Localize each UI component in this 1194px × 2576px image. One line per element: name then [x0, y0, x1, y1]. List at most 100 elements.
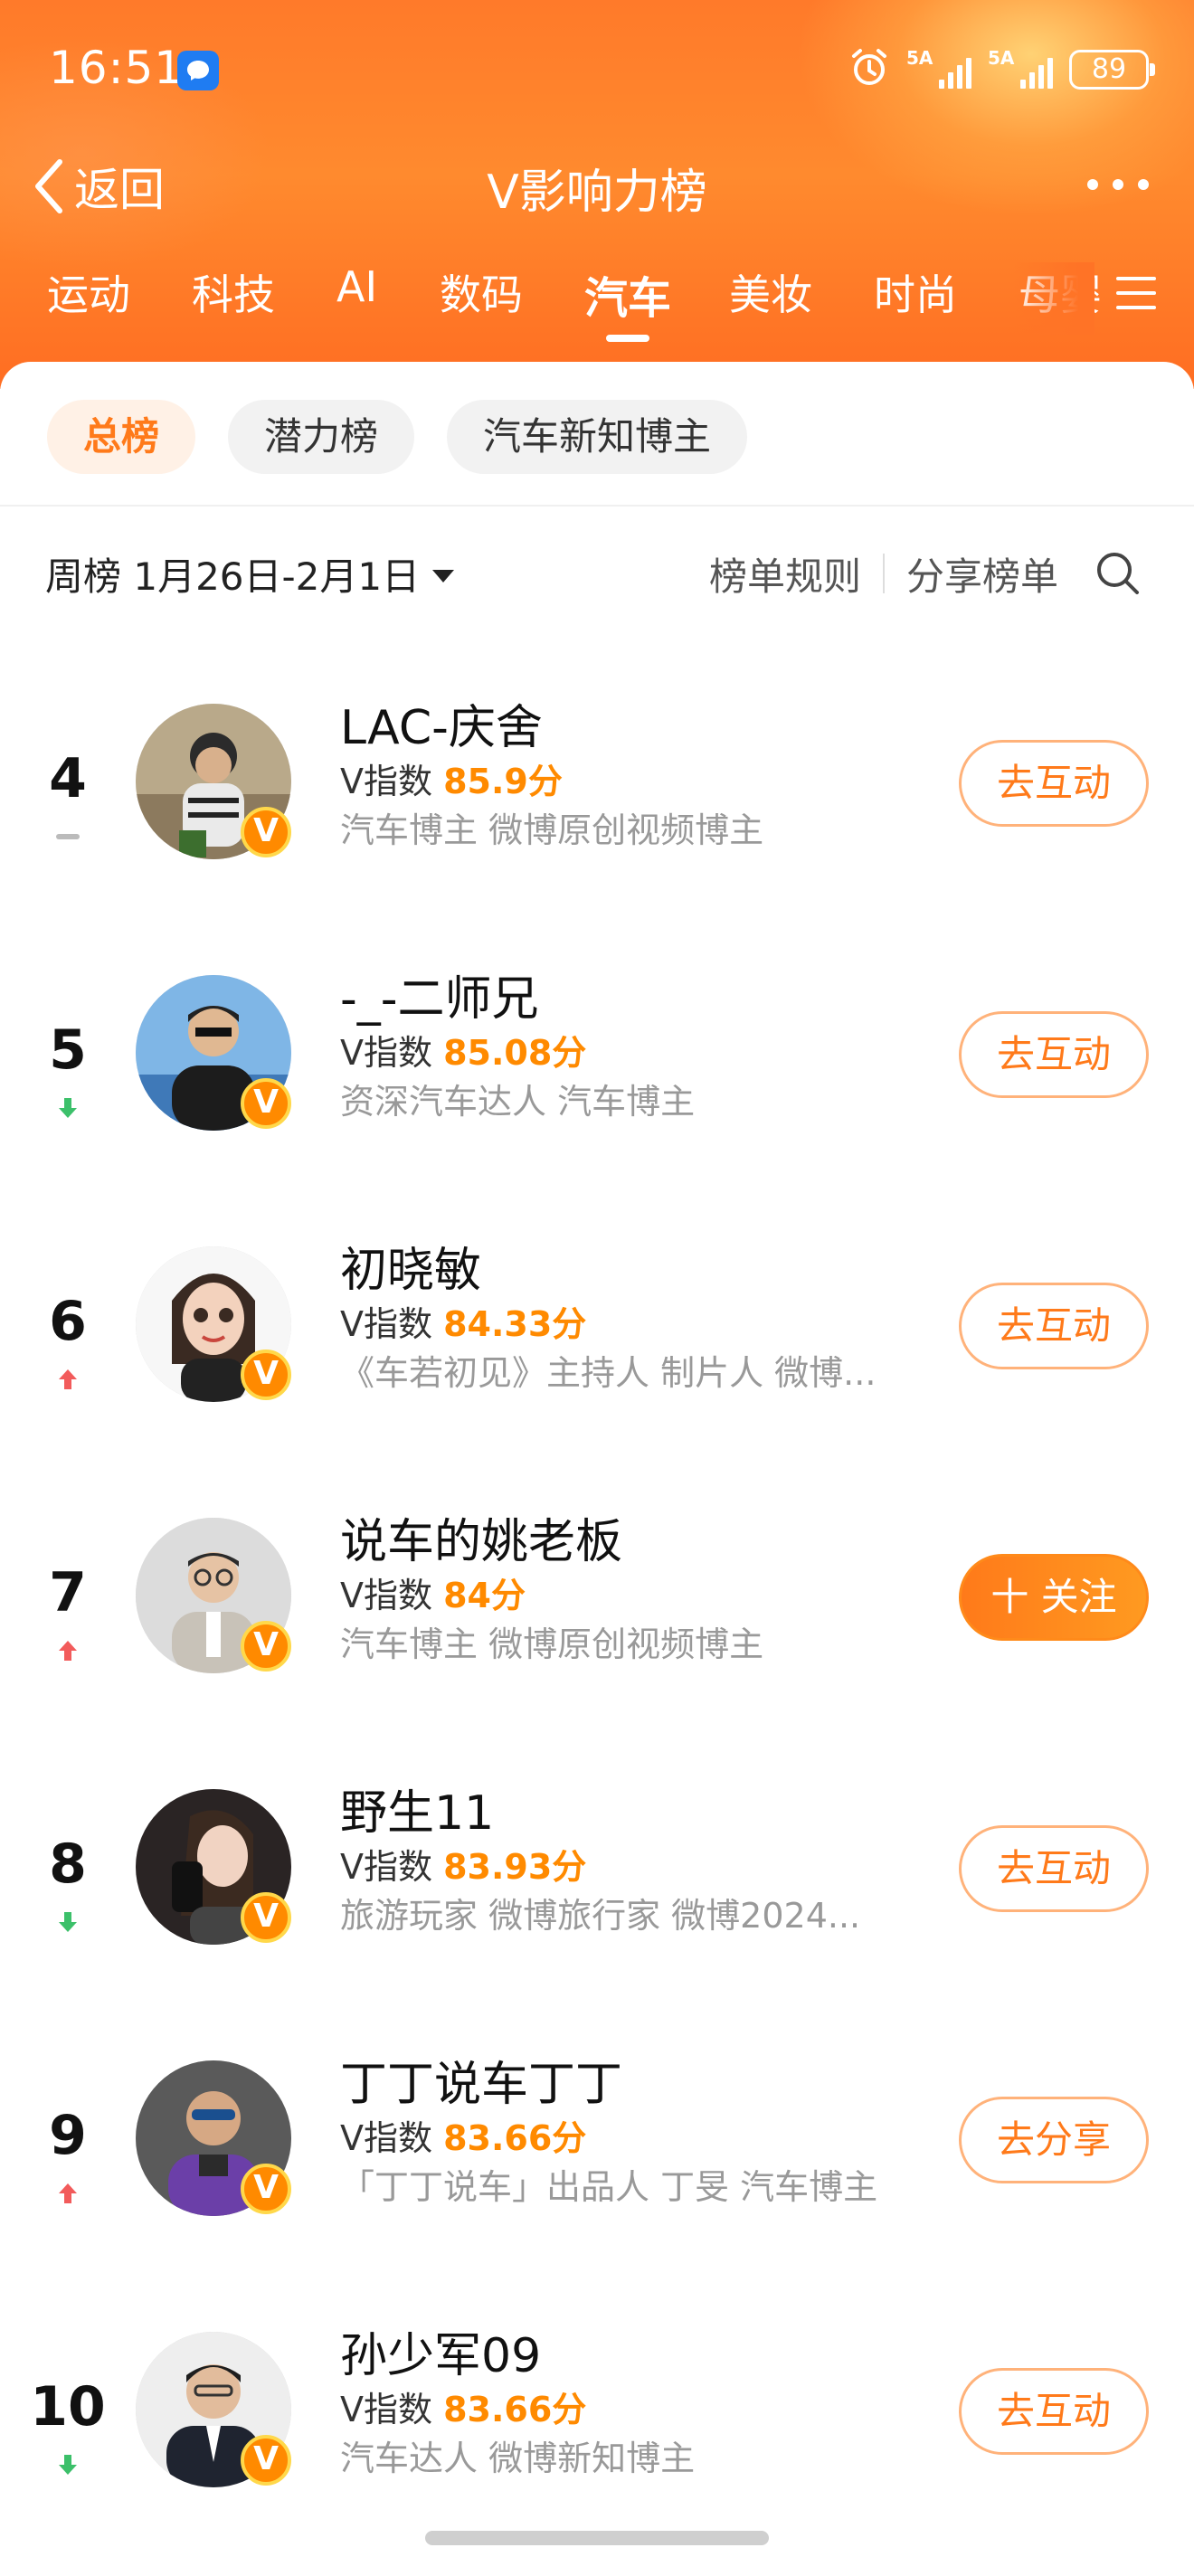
- search-icon[interactable]: [1094, 550, 1142, 597]
- tab-fashion[interactable]: 时尚: [874, 262, 957, 322]
- user-name[interactable]: LAC-庆舍: [340, 698, 919, 758]
- user-description: 汽车博主 微博原创视频博主: [340, 1624, 764, 1664]
- v-index-score: 85.08分: [443, 1033, 587, 1073]
- tab-auto[interactable]: 汽车: [584, 262, 671, 342]
- tab-digital[interactable]: 数码: [440, 262, 523, 322]
- tab-sports[interactable]: 运动: [47, 262, 130, 322]
- v-index: V指数 84分: [340, 1572, 919, 1619]
- sub-tabs: 总榜 潜力榜 汽车新知博主: [47, 400, 748, 474]
- share-button[interactable]: 去分享: [959, 2097, 1149, 2183]
- alarm-icon: [848, 47, 890, 92]
- tab-tech[interactable]: 科技: [192, 262, 275, 322]
- rules-link[interactable]: 榜单规则: [709, 546, 861, 601]
- rank-number: 10: [30, 2375, 106, 2439]
- verified-badge-icon: V: [241, 1621, 291, 1672]
- user-description: 汽车达人 微博新知博主: [340, 2439, 696, 2478]
- trend-up-icon: [56, 1639, 80, 1662]
- list-item[interactable]: 9 V 丁丁说车丁丁 V指数 83.66分 「丁丁说车」出品人 丁旻 汽车博主 …: [0, 2055, 1194, 2326]
- v-index-label: V指数: [340, 1847, 432, 1887]
- back-button[interactable]: 返回: [33, 154, 165, 219]
- subtab-new-knowledge[interactable]: 汽车新知博主: [447, 400, 748, 474]
- user-info: 孙少军09 V指数 83.66分 汽车达人 微博新知博主: [340, 2326, 919, 2484]
- rank-number: 4: [49, 747, 87, 810]
- period-label: 周榜 1月26日-2月1日: [45, 554, 421, 599]
- interact-button[interactable]: 去互动: [959, 1825, 1149, 1912]
- verified-badge-icon: V: [241, 2164, 291, 2214]
- trend-down-icon: [56, 1910, 80, 1934]
- rank-number: 6: [49, 1290, 87, 1353]
- page-title: V影响力榜: [487, 166, 707, 220]
- v-index-label: V指数: [340, 1304, 432, 1344]
- user-description: 「丁丁说车」出品人 丁旻 汽车博主: [340, 2167, 878, 2207]
- user-name[interactable]: 野生11: [340, 1784, 919, 1843]
- follow-button[interactable]: 十 关注: [959, 1554, 1149, 1641]
- category-tabs: 运动 科技 AI 数码 汽车 美妆 时尚 母婴: [0, 262, 1194, 353]
- trend-unchanged-icon: [56, 825, 80, 848]
- user-info: LAC-庆舍 V指数 85.9分 汽车博主 微博原创视频博主: [340, 698, 919, 856]
- period-selector[interactable]: 周榜 1月26日-2月1日: [45, 546, 455, 601]
- user-name[interactable]: -_-二师兄: [340, 970, 919, 1029]
- v-index-label: V指数: [340, 762, 432, 801]
- v-index: V指数 84.33分: [340, 1301, 919, 1348]
- user-description: 汽车博主 微博原创视频博主: [340, 810, 764, 850]
- signal-icon-2: 5A: [988, 47, 1053, 92]
- tab-ai[interactable]: AI: [336, 262, 377, 311]
- tabs-fade: [1013, 262, 1094, 335]
- chevron-left-icon: [35, 159, 62, 213]
- user-info: 初晓敏 V指数 84.33分 《车若初见》主持人 制片人 微博...: [340, 1241, 919, 1398]
- subtab-overall[interactable]: 总榜: [47, 400, 196, 474]
- interact-button[interactable]: 去互动: [959, 1283, 1149, 1369]
- v-index: V指数 83.66分: [340, 2386, 919, 2433]
- trend-down-icon: [56, 1096, 80, 1120]
- v-index-label: V指数: [340, 2118, 432, 2158]
- list-item[interactable]: 6 V 初晓敏 V指数 84.33分 《车若初见》主持人 制片人 微博... 去…: [0, 1241, 1194, 1512]
- user-description: 《车若初见》主持人 制片人 微博...: [340, 1353, 877, 1393]
- user-name[interactable]: 初晓敏: [340, 1241, 919, 1301]
- caret-down-icon: [432, 569, 455, 582]
- interact-button[interactable]: 去互动: [959, 2368, 1149, 2455]
- back-label: 返回: [74, 164, 165, 216]
- user-description: 旅游玩家 微博旅行家 微博2024...: [340, 1896, 861, 1936]
- list-item[interactable]: 7 V 说车的姚老板 V指数 84分 汽车博主 微博原创视频博主 十 关注: [0, 1512, 1194, 1784]
- user-name[interactable]: 说车的姚老板: [340, 1512, 919, 1572]
- link-separator: [882, 554, 885, 593]
- rank-number: 9: [49, 2104, 87, 2167]
- network-label-1: 5A: [906, 47, 933, 69]
- list-item[interactable]: 5 V -_-二师兄 V指数 85.08分 资深汽车达人 汽车博主 去互动: [0, 970, 1194, 1241]
- user-name[interactable]: 丁丁说车丁丁: [340, 2055, 919, 2115]
- status-time: 16:51: [49, 42, 185, 94]
- user-name[interactable]: 孙少军09: [340, 2326, 919, 2386]
- v-index-score: 83.93分: [443, 1847, 587, 1887]
- interact-button[interactable]: 去互动: [959, 1011, 1149, 1098]
- subtab-potential[interactable]: 潜力榜: [228, 400, 415, 474]
- verified-badge-icon: V: [241, 807, 291, 857]
- user-info: 野生11 V指数 83.93分 旅游玩家 微博旅行家 微博2024...: [340, 1784, 919, 1941]
- v-index-score: 84.33分: [443, 1304, 587, 1344]
- list-item[interactable]: 8 V 野生11 V指数 83.93分 旅游玩家 微博旅行家 微博2024...…: [0, 1784, 1194, 2055]
- verified-badge-icon: V: [241, 1892, 291, 1943]
- v-index-label: V指数: [340, 1576, 432, 1615]
- more-options-button[interactable]: [1087, 179, 1149, 190]
- v-index-score: 85.9分: [443, 762, 563, 801]
- user-info: -_-二师兄 V指数 85.08分 资深汽车达人 汽车博主: [340, 970, 919, 1127]
- header: 16:51 5A 5A 89 返回 V影响力榜 运动 科技 AI 数码 汽车 美…: [0, 0, 1194, 389]
- status-bar: 16:51 5A 5A 89: [0, 36, 1194, 109]
- rank-number: 8: [49, 1833, 87, 1896]
- trend-up-icon: [56, 1368, 80, 1391]
- trend-up-icon: [56, 2182, 80, 2205]
- v-index: V指数 83.66分: [340, 2115, 919, 2162]
- menu-icon[interactable]: [1116, 277, 1156, 309]
- list-item[interactable]: 4 V LAC-庆舍 V指数 85.9分 汽车博主 微博原创视频博主 去互动: [0, 698, 1194, 970]
- nav-bar: 返回 V影响力榜: [0, 136, 1194, 235]
- divider: [0, 505, 1194, 507]
- user-info: 说车的姚老板 V指数 84分 汽车博主 微博原创视频博主: [340, 1512, 919, 1670]
- tab-beauty[interactable]: 美妆: [729, 262, 812, 322]
- home-indicator[interactable]: [425, 2531, 769, 2545]
- verified-badge-icon: V: [241, 1350, 291, 1400]
- v-index-score: 84分: [443, 1576, 526, 1615]
- share-link[interactable]: 分享榜单: [906, 546, 1058, 601]
- battery-icon: 89: [1069, 50, 1155, 90]
- verified-badge-icon: V: [241, 2435, 291, 2486]
- interact-button[interactable]: 去互动: [959, 740, 1149, 827]
- rank-number: 5: [49, 1018, 87, 1082]
